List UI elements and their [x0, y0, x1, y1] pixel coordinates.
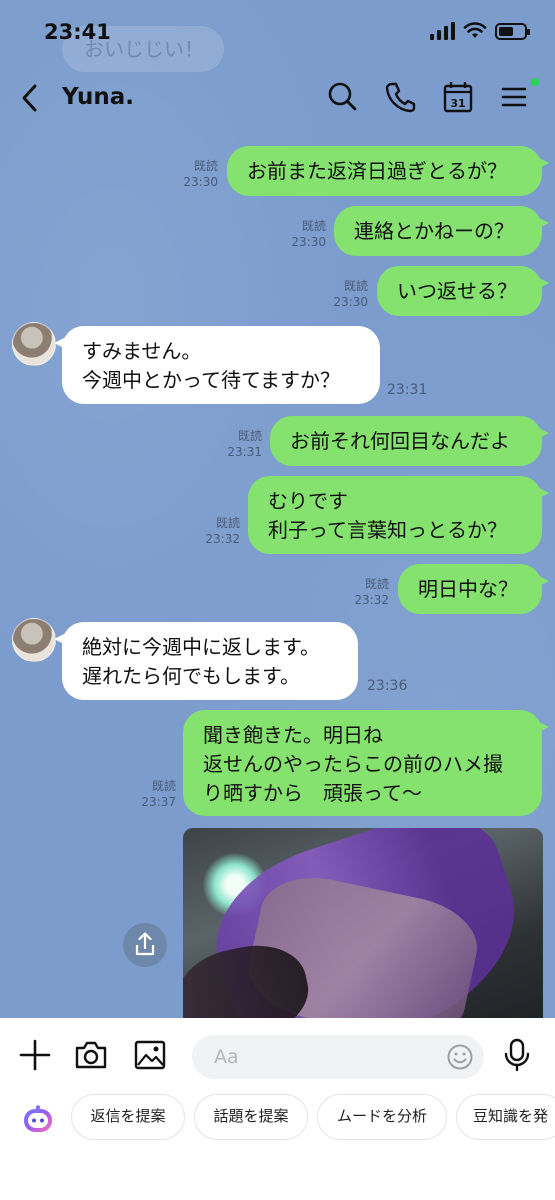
incoming-message[interactable]: すみません。 今週中とかって待てますか？ [54, 326, 380, 404]
message-input-bar: Aa [0, 1018, 555, 1094]
status-bar: 23:41 [0, 0, 555, 62]
svg-text:31: 31 [450, 97, 465, 110]
mic-icon[interactable] [500, 1038, 534, 1072]
read-receipt: 既読 23:30 [291, 219, 326, 249]
phone-icon[interactable] [384, 80, 416, 114]
message-time: 23:31 [387, 382, 428, 398]
avatar[interactable] [12, 618, 56, 662]
battery-icon [495, 22, 530, 40]
emoji-icon[interactable] [446, 1043, 474, 1071]
outgoing-message[interactable]: お前また返済日過ぎとるが？ [227, 146, 549, 196]
calendar-icon[interactable]: 31 [442, 80, 474, 114]
message-input[interactable]: Aa [192, 1035, 484, 1079]
chat-header: Yuna. 31 [0, 62, 555, 134]
read-receipt: 既読 23:32 [354, 577, 389, 607]
outgoing-message[interactable]: 聞き飽きた。明日ね 返せんのやったらこの前のハメ撮 り晒すから 頑張って〜 [183, 710, 549, 816]
search-icon[interactable] [326, 80, 358, 114]
read-receipt: 既読 23:32 [205, 516, 240, 546]
menu-icon[interactable] [499, 80, 531, 114]
image-icon[interactable] [133, 1038, 167, 1072]
contact-name[interactable]: Yuna. [62, 84, 134, 110]
outgoing-message[interactable]: 連絡とかねーの？ [334, 206, 549, 256]
camera-icon[interactable] [74, 1038, 108, 1072]
read-receipt: 既読 23:31 [227, 429, 262, 459]
outgoing-message[interactable]: お前それ何回目なんだよ [270, 416, 549, 466]
back-icon[interactable] [18, 82, 42, 114]
suggestion-reply[interactable]: 返信を提案 [71, 1094, 185, 1140]
status-time: 23:41 [44, 20, 111, 44]
avatar[interactable] [12, 322, 56, 366]
share-icon[interactable] [123, 923, 167, 967]
suggestion-topic[interactable]: 話題を提案 [194, 1094, 308, 1140]
photo-message[interactable] [183, 828, 543, 1018]
incoming-message[interactable]: 絶対に今週中に返します。 遅れたら何でもします。 [54, 622, 358, 700]
suggestion-trivia[interactable]: 豆知識を発 [456, 1094, 555, 1140]
plus-icon[interactable] [18, 1038, 52, 1072]
outgoing-message[interactable]: むりです 利子って言葉知っとるか？ [248, 476, 549, 554]
notification-dot [531, 78, 539, 86]
read-receipt: 既読 23:30 [333, 279, 368, 309]
status-icons [430, 22, 530, 40]
suggestion-mood[interactable]: ムードを分析 [317, 1094, 447, 1140]
message-time: 23:36 [367, 678, 408, 694]
outgoing-message[interactable]: 明日中な？ [398, 564, 549, 614]
read-receipt: 既読 23:30 [183, 159, 218, 189]
ai-assistant-icon[interactable] [22, 1104, 54, 1136]
wifi-icon [463, 22, 487, 38]
chat-area[interactable]: おいじじい！ 23:41 Yuna. 31 既読 23:30 お前また返済日過ぎ… [0, 0, 555, 1018]
outgoing-message[interactable]: いつ返せる？ [377, 266, 549, 316]
signal-icon [430, 22, 455, 40]
read-receipt: 既読 23:37 [141, 779, 176, 809]
suggestion-bar: 返信を提案 話題を提案 ムードを分析 豆知識を発 [0, 1094, 555, 1200]
